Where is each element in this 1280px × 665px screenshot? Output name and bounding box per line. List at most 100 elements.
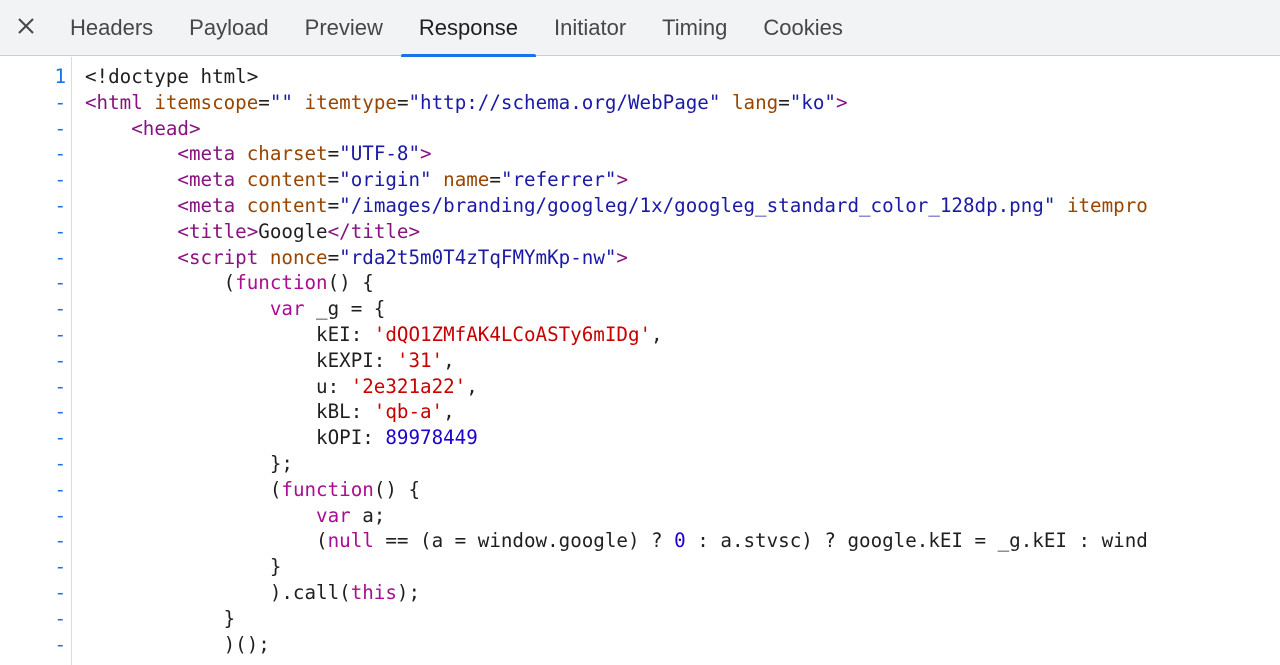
token-plain: }	[85, 555, 282, 579]
code-line: - kBL: 'qb-a',	[0, 399, 1280, 425]
token-plain: == (a = window.google) ?	[373, 529, 675, 553]
code-line: - (function() {	[0, 477, 1280, 503]
response-viewer[interactable]: 1 <!doctype html> - <html itemscope="" item…	[0, 57, 1280, 665]
code-line: - var _g = {	[0, 296, 1280, 322]
tab-response[interactable]: Response	[400, 0, 537, 57]
token-plain: : a.stvsc) ? google.kEI = _g.kEI : wind	[685, 529, 1148, 553]
line-number: -	[54, 322, 66, 346]
tab-cookies[interactable]: Cookies	[745, 0, 860, 56]
code-line: - u: '2e321a22',	[0, 374, 1280, 400]
token-plain: =	[327, 168, 340, 192]
line-code: (null == (a = window.google) ? 0 : a.stv…	[85, 528, 1148, 554]
line-code: <meta content="origin" name="referrer">	[85, 167, 628, 193]
line-number: -	[54, 477, 66, 501]
line-number: -	[54, 245, 66, 269]
token-plain: ,	[466, 374, 478, 398]
token-kw: var	[316, 503, 351, 527]
token-plain: (	[85, 271, 236, 295]
token-plain: =	[778, 90, 790, 114]
token-val: "origin"	[339, 168, 432, 192]
code-line: - <head>	[0, 116, 1280, 142]
line-code: (function() {	[85, 477, 420, 503]
tab-strip: Headers Payload Preview Response Initiator Ti…	[52, 0, 861, 57]
line-code: kBL: 'qb-a',	[85, 399, 455, 425]
code-line: - <meta charset="UTF-8">	[0, 141, 1280, 167]
tab-initiator[interactable]: Initiator	[536, 0, 644, 56]
token-plain: (	[85, 529, 328, 553]
code-line: - }	[0, 606, 1280, 632]
token-plain: };	[85, 451, 293, 475]
line-number: -	[54, 555, 66, 579]
token-attr: charset	[246, 142, 328, 166]
line-number: -	[54, 219, 66, 243]
line-number: -	[54, 503, 66, 527]
tab-timing[interactable]: Timing	[644, 0, 745, 56]
line-number: -	[54, 297, 66, 321]
token-tag: >	[616, 168, 629, 192]
token-plain: );	[396, 580, 421, 604]
token-tag: <html	[85, 90, 155, 114]
line-code: var _g = {	[85, 296, 386, 322]
token-attr: nonce	[269, 245, 328, 269]
line-number: -	[54, 529, 66, 553]
line-code: }	[85, 606, 236, 632]
tab-payload[interactable]: Payload	[171, 0, 287, 56]
line-code: ).call(this);	[85, 580, 420, 606]
token-plain: ,	[651, 322, 663, 346]
close-panel-button[interactable]	[12, 14, 40, 42]
token-plain: }	[85, 606, 236, 630]
token-str: '2e321a22'	[350, 374, 467, 398]
token-plain: =	[489, 168, 501, 192]
token-kw: this	[350, 580, 397, 604]
token-plain: kEXPI:	[85, 348, 397, 372]
token-val: "/images/branding/googleg/1x/googleg_sta…	[339, 193, 1056, 217]
line-code: u: '2e321a22',	[85, 374, 478, 400]
code-line: - <meta content="/images/branding/google…	[0, 193, 1280, 219]
token-plain: =	[396, 90, 409, 114]
line-code: }	[85, 554, 282, 580]
token-plain: <!doctype html>	[85, 65, 259, 88]
tab-preview[interactable]: Preview	[287, 0, 401, 56]
tab-headers[interactable]: Headers	[52, 0, 171, 56]
token-attr: itemtype	[304, 90, 397, 114]
token-val: "ko"	[789, 90, 836, 114]
line-code: <head>	[85, 116, 200, 142]
token-plain: )();	[85, 632, 270, 656]
code-line: - <meta content="origin" name="referrer"…	[0, 167, 1280, 193]
token-val: "UTF-8"	[339, 142, 421, 166]
token-attr: content	[246, 168, 328, 192]
token-attr: name	[443, 168, 490, 192]
token-kw: function	[281, 477, 374, 501]
token-str: '31'	[396, 348, 444, 372]
line-code: )();	[85, 632, 270, 658]
code-line: - };	[0, 451, 1280, 477]
token-tag: <meta	[177, 168, 247, 192]
line-number: -	[54, 348, 66, 372]
line-number[interactable]: 1	[0, 64, 66, 90]
token-tag: >	[420, 142, 432, 166]
code-line: - <title>Google</title>	[0, 219, 1280, 245]
token-plain: kOPI:	[85, 426, 386, 450]
token-attr: lang	[731, 90, 779, 114]
token-plain: kEI:	[85, 322, 374, 346]
token-plain: _g = {	[304, 297, 386, 321]
token-plain: =	[327, 245, 340, 269]
code-line: - (null == (a = window.google) ? 0 : a.s…	[0, 528, 1280, 554]
token-tag: >	[835, 90, 848, 114]
line-code: (function() {	[85, 270, 374, 296]
line-code: kEI: 'dQO1ZMfAK4LCoASTy6mIDg',	[85, 322, 663, 348]
line-number: -	[54, 142, 66, 166]
code-line: - kEI: 'dQO1ZMfAK4LCoASTy6mIDg',	[0, 322, 1280, 348]
line-code: kEXPI: '31',	[85, 348, 455, 374]
code-line: - }	[0, 554, 1280, 580]
code-line: - kOPI: 89978449	[0, 425, 1280, 451]
line-number: -	[54, 168, 66, 192]
line-code: <html itemscope="" itemtype="http://sche…	[85, 90, 848, 116]
